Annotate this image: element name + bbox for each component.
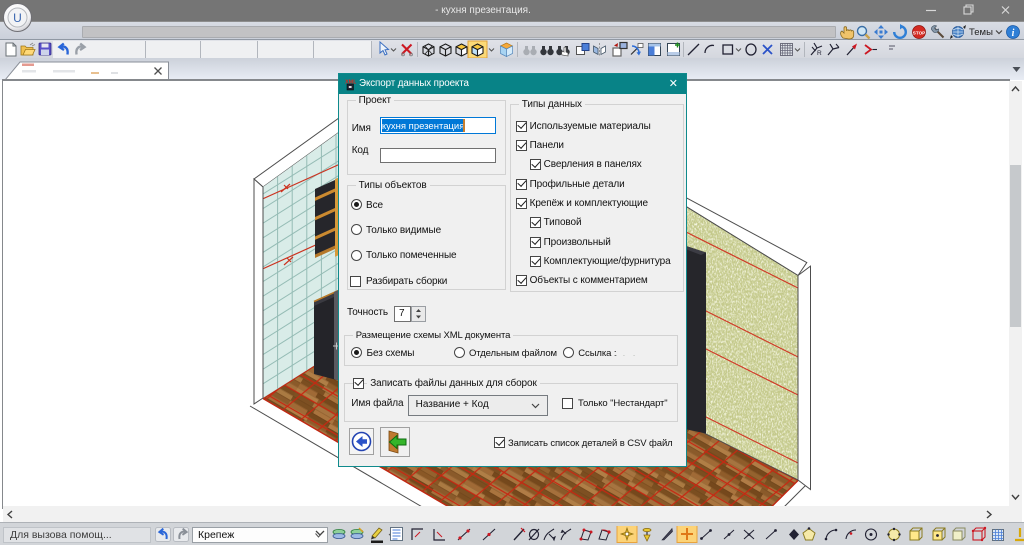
svg-text:U: U xyxy=(13,11,22,25)
svg-text:Темы: Темы xyxy=(969,27,993,38)
svg-text:STOP: STOP xyxy=(913,30,925,35)
svg-text:R: R xyxy=(817,50,822,57)
svg-text:i: i xyxy=(1012,28,1015,39)
